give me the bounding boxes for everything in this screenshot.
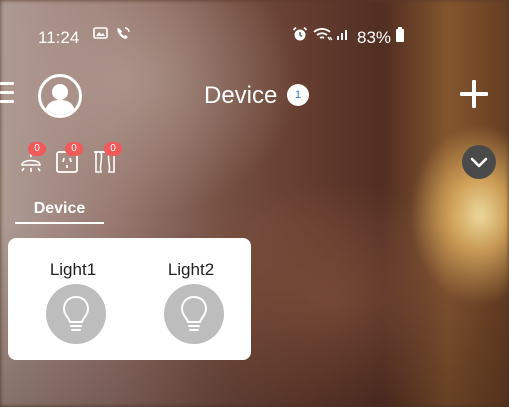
- alarm-icon: [292, 26, 308, 41]
- chevron-down-icon: [470, 157, 488, 168]
- gallery-icon: [93, 27, 108, 39]
- phone-call-icon: [117, 27, 130, 39]
- device-name: Light1: [49, 260, 97, 279]
- status-bar: 11:24 83%: [0, 0, 509, 47]
- device-count-badge: 1: [287, 84, 309, 106]
- device-card: Light1 Light2: [8, 238, 251, 360]
- curtain-count-badge: 0: [104, 142, 122, 156]
- light-bulb-icon: [62, 295, 90, 331]
- menu-icon[interactable]: [0, 82, 18, 106]
- light-bulb-icon: [180, 295, 208, 331]
- device-light2[interactable]: Light2: [131, 238, 251, 360]
- device-name: Light2: [167, 260, 215, 279]
- tab-device[interactable]: Device: [15, 200, 104, 224]
- signal-icon: [337, 30, 347, 40]
- status-time: 11:24: [38, 28, 80, 47]
- battery-icon: [396, 27, 404, 42]
- category-socket[interactable]: 0: [55, 142, 85, 174]
- socket-count-badge: 0: [65, 142, 83, 156]
- expand-dropdown-button[interactable]: [462, 145, 496, 179]
- device-icon-bg: [164, 284, 224, 344]
- category-ceiling-light[interactable]: 0: [18, 142, 48, 174]
- ceiling-light-count-badge: 0: [28, 142, 46, 156]
- device-light1[interactable]: Light1: [13, 238, 133, 360]
- tab-device-underline: [15, 222, 104, 224]
- device-icon-bg: [46, 284, 106, 344]
- category-curtain[interactable]: 0: [92, 142, 122, 174]
- battery-percentage: 83%: [357, 28, 392, 47]
- page-title: Device: [204, 82, 278, 109]
- wifi-icon: [313, 28, 333, 41]
- profile-icon[interactable]: [38, 74, 82, 118]
- plus-icon[interactable]: [460, 80, 488, 108]
